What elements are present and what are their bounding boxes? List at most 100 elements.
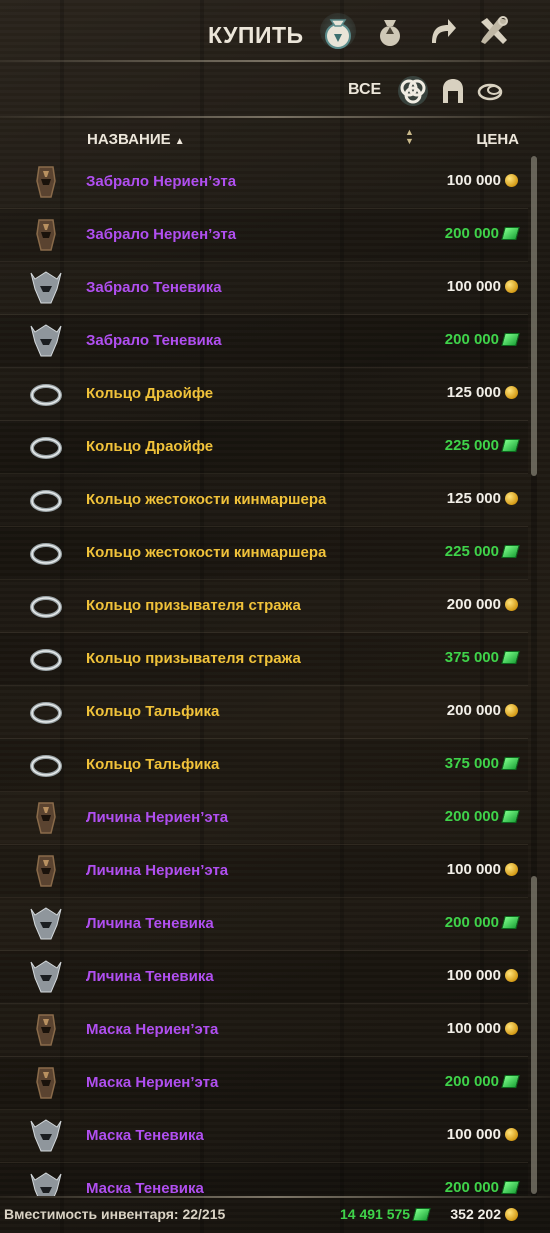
- repair-tools-icon: [481, 16, 508, 44]
- list-item[interactable]: Кольцо призывателя стража 200 000: [0, 580, 528, 633]
- list-item[interactable]: Личина Теневика 200 000: [0, 898, 528, 951]
- item-name: Кольцо Драойфе: [86, 385, 214, 402]
- item-price: 200 000: [445, 1179, 520, 1196]
- item-price-value: 200 000: [446, 702, 501, 719]
- list-item[interactable]: Забрало Теневика 200 000: [0, 315, 528, 368]
- item-price: 200 000: [444, 1073, 520, 1090]
- list-item[interactable]: Кольцо призывателя стража 375 000: [0, 633, 528, 686]
- gold-coin-icon: [505, 704, 518, 717]
- item-price: 375 000: [444, 755, 520, 772]
- gold-balance-value: 352 202: [450, 1206, 501, 1222]
- item-price: 100 000: [447, 1020, 518, 1037]
- scroll-thumb-upper[interactable]: [531, 156, 537, 476]
- item-price: 200 000: [447, 596, 518, 613]
- helm-shadow-icon: [27, 1170, 65, 1196]
- gem-currency-icon: [501, 545, 520, 558]
- sell-mode-button[interactable]: [370, 10, 410, 52]
- price-column-header[interactable]: ЦЕНА: [476, 131, 519, 148]
- ring-icon: [27, 534, 65, 572]
- item-price: 100 000: [447, 278, 518, 295]
- item-price-value: 225 000: [444, 543, 499, 560]
- ring-icon: [27, 481, 65, 519]
- inventory-capacity: Вместимость инвентаря: 22/215: [4, 1206, 226, 1222]
- item-name: Кольцо Тальфика: [86, 756, 220, 773]
- ring-icon: [27, 693, 65, 731]
- item-price-value: 100 000: [446, 172, 501, 189]
- gem-currency-icon: [501, 1181, 520, 1194]
- buy-mode-button[interactable]: [318, 10, 358, 52]
- list-item[interactable]: Личина Теневика 100 000: [0, 951, 528, 1004]
- item-price-value: 100 000: [446, 1020, 501, 1037]
- item-price-value: 100 000: [446, 278, 501, 295]
- list-item[interactable]: Кольцо жестокости кинмаршера 125 000: [0, 474, 528, 527]
- filter-jewelry-button[interactable]: [474, 74, 508, 108]
- helm-shadow-icon: [27, 958, 65, 996]
- list-item[interactable]: Маска Теневика 100 000: [0, 1110, 528, 1163]
- item-name: Забрало Теневика: [86, 332, 222, 349]
- helm-nerien-icon: [27, 163, 65, 201]
- item-name: Кольцо жестокости кинмаршера: [86, 544, 327, 561]
- list-item[interactable]: Забрало Теневика 100 000: [0, 262, 528, 315]
- scroll-thumb-lower[interactable]: [531, 876, 537, 1194]
- filter-bar: ВСЕ: [0, 68, 550, 114]
- item-name: Кольцо Драойфе: [86, 438, 214, 455]
- list-item[interactable]: Забрало Нериен’эта 100 000: [0, 156, 528, 209]
- list-item[interactable]: Маска Нериен’эта 100 000: [0, 1004, 528, 1057]
- ring-icon: [27, 587, 65, 625]
- item-price: 200 000: [445, 225, 520, 242]
- gem-balance-value: 14 491 575: [340, 1206, 411, 1222]
- name-column-header[interactable]: НАЗВАНИЕ ▲: [87, 131, 185, 148]
- gold-coin-icon: [505, 1207, 518, 1221]
- list-item[interactable]: Кольцо Тальфика 375 000: [0, 739, 528, 792]
- item-price: 200 000: [445, 331, 520, 348]
- vendor-top-bar: КУПИТЬ: [0, 0, 550, 62]
- item-list: Забрало Нериен’эта 100 000 Забрало Нериен’…: [0, 156, 528, 1196]
- filter-armor-button[interactable]: [436, 74, 470, 108]
- item-price: 200 000: [444, 914, 520, 931]
- gem-currency-icon: [412, 1207, 431, 1221]
- list-item[interactable]: Маска Нериен’эта 200 000: [0, 1057, 528, 1110]
- list-header: НАЗВАНИЕ ▲ ▲ ▼ ЦЕНА: [0, 120, 550, 156]
- item-name: Кольцо жестокости кинмаршера: [86, 491, 327, 508]
- all-items-icon: [398, 76, 428, 106]
- item-price-value: 225 000: [444, 437, 499, 454]
- item-price: 100 000: [447, 1126, 518, 1143]
- item-price-value: 200 000: [444, 808, 499, 825]
- item-name: Забрало Нериен’эта: [86, 226, 237, 243]
- item-name: Личина Нериен’эта: [86, 809, 229, 826]
- item-price-value: 375 000: [444, 755, 499, 772]
- ring-icon: [27, 375, 65, 413]
- item-name: Маска Нериен’эта: [86, 1074, 219, 1091]
- sort-toggle-icon[interactable]: ▲ ▼: [405, 128, 414, 146]
- list-item[interactable]: Кольцо Драойфе 125 000: [0, 368, 528, 421]
- item-price: 375 000: [445, 649, 520, 666]
- list-item[interactable]: Забрало Нериен’эта 200 000: [0, 209, 528, 262]
- page-title: КУПИТЬ: [208, 22, 304, 48]
- item-name: Личина Теневика: [86, 915, 214, 932]
- list-item[interactable]: Личина Нериен’эта 100 000: [0, 845, 528, 898]
- list-item[interactable]: Личина Нериен’эта 200 000: [0, 792, 528, 845]
- item-price-value: 200 000: [444, 1073, 499, 1090]
- item-price-value: 100 000: [446, 967, 501, 984]
- list-item[interactable]: Кольцо Драойфе 225 000: [0, 421, 528, 474]
- gem-currency-icon: [501, 439, 520, 452]
- item-price-value: 200 000: [444, 914, 499, 931]
- helm-shadow-icon: [27, 905, 65, 943]
- item-name: Маска Теневика: [86, 1180, 204, 1196]
- item-name: Личина Теневика: [86, 968, 214, 985]
- buyback-mode-button[interactable]: [422, 10, 462, 52]
- list-item[interactable]: Кольцо жестокости кинмаршера 225 000: [0, 527, 528, 580]
- gold-balance: 352 202: [450, 1206, 518, 1222]
- buyback-arrow-icon: [432, 19, 456, 43]
- item-price-value: 100 000: [446, 861, 501, 878]
- list-item[interactable]: Маска Теневика 200 000: [0, 1163, 528, 1196]
- item-price-value: 125 000: [446, 384, 501, 401]
- item-price: 100 000: [447, 172, 518, 189]
- list-item[interactable]: Кольцо Тальфика 200 000: [0, 686, 528, 739]
- filter-divider: [0, 116, 550, 118]
- repair-mode-button[interactable]: [474, 10, 514, 52]
- item-price: 100 000: [447, 861, 518, 878]
- scrollbar[interactable]: [528, 156, 540, 1196]
- filter-all-button[interactable]: [396, 74, 430, 108]
- item-name: Кольцо призывателя стража: [86, 597, 301, 614]
